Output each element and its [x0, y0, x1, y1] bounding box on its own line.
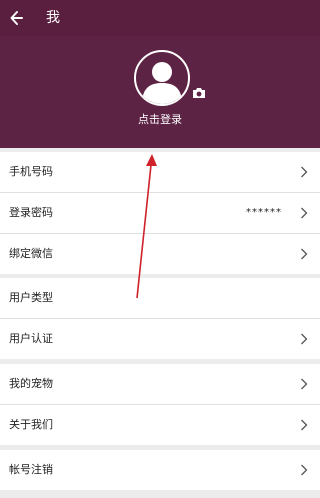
chevron-right-icon — [301, 333, 308, 345]
login-link[interactable]: 点击登录 — [0, 113, 320, 127]
menu-item-delete-account[interactable]: 帐号注销 — [0, 450, 320, 490]
chevron-right-icon — [301, 378, 308, 390]
chevron-right-icon — [301, 207, 308, 219]
menu-item-verification[interactable]: 用户认证 — [0, 319, 320, 359]
menu-item-label: 关于我们 — [9, 418, 53, 431]
menu-item-label: 帐号注销 — [9, 463, 53, 476]
chevron-right-icon — [301, 464, 308, 476]
menu-item-user-type[interactable]: 用户类型 — [0, 278, 320, 318]
menu-item-label: 用户类型 — [9, 291, 53, 304]
profile-header: 点击登录 — [0, 36, 320, 148]
menu-item-my-pets[interactable]: 我的宠物 — [0, 364, 320, 404]
chevron-right-icon — [301, 166, 308, 178]
menu-item-label: 登录密码 — [9, 206, 53, 219]
menu-item-label: 绑定微信 — [9, 247, 53, 260]
menu-item-label: 我的宠物 — [9, 377, 53, 390]
person-icon — [142, 62, 182, 104]
password-value: ****** — [246, 207, 282, 218]
chevron-right-icon — [301, 248, 308, 260]
camera-icon[interactable] — [192, 87, 206, 99]
menu-item-wechat[interactable]: 绑定微信 — [0, 234, 320, 274]
avatar[interactable] — [134, 50, 190, 106]
page-title: 我 — [46, 10, 60, 26]
back-arrow-icon[interactable] — [10, 9, 24, 27]
menu-item-password[interactable]: 登录密码 ****** — [0, 193, 320, 233]
menu-item-label: 手机号码 — [9, 165, 53, 178]
chevron-right-icon — [301, 419, 308, 431]
menu-item-about-us[interactable]: 关于我们 — [0, 405, 320, 445]
menu-item-phone[interactable]: 手机号码 — [0, 152, 320, 192]
menu-item-label: 用户认证 — [9, 332, 53, 345]
top-bar: 我 — [0, 0, 320, 36]
